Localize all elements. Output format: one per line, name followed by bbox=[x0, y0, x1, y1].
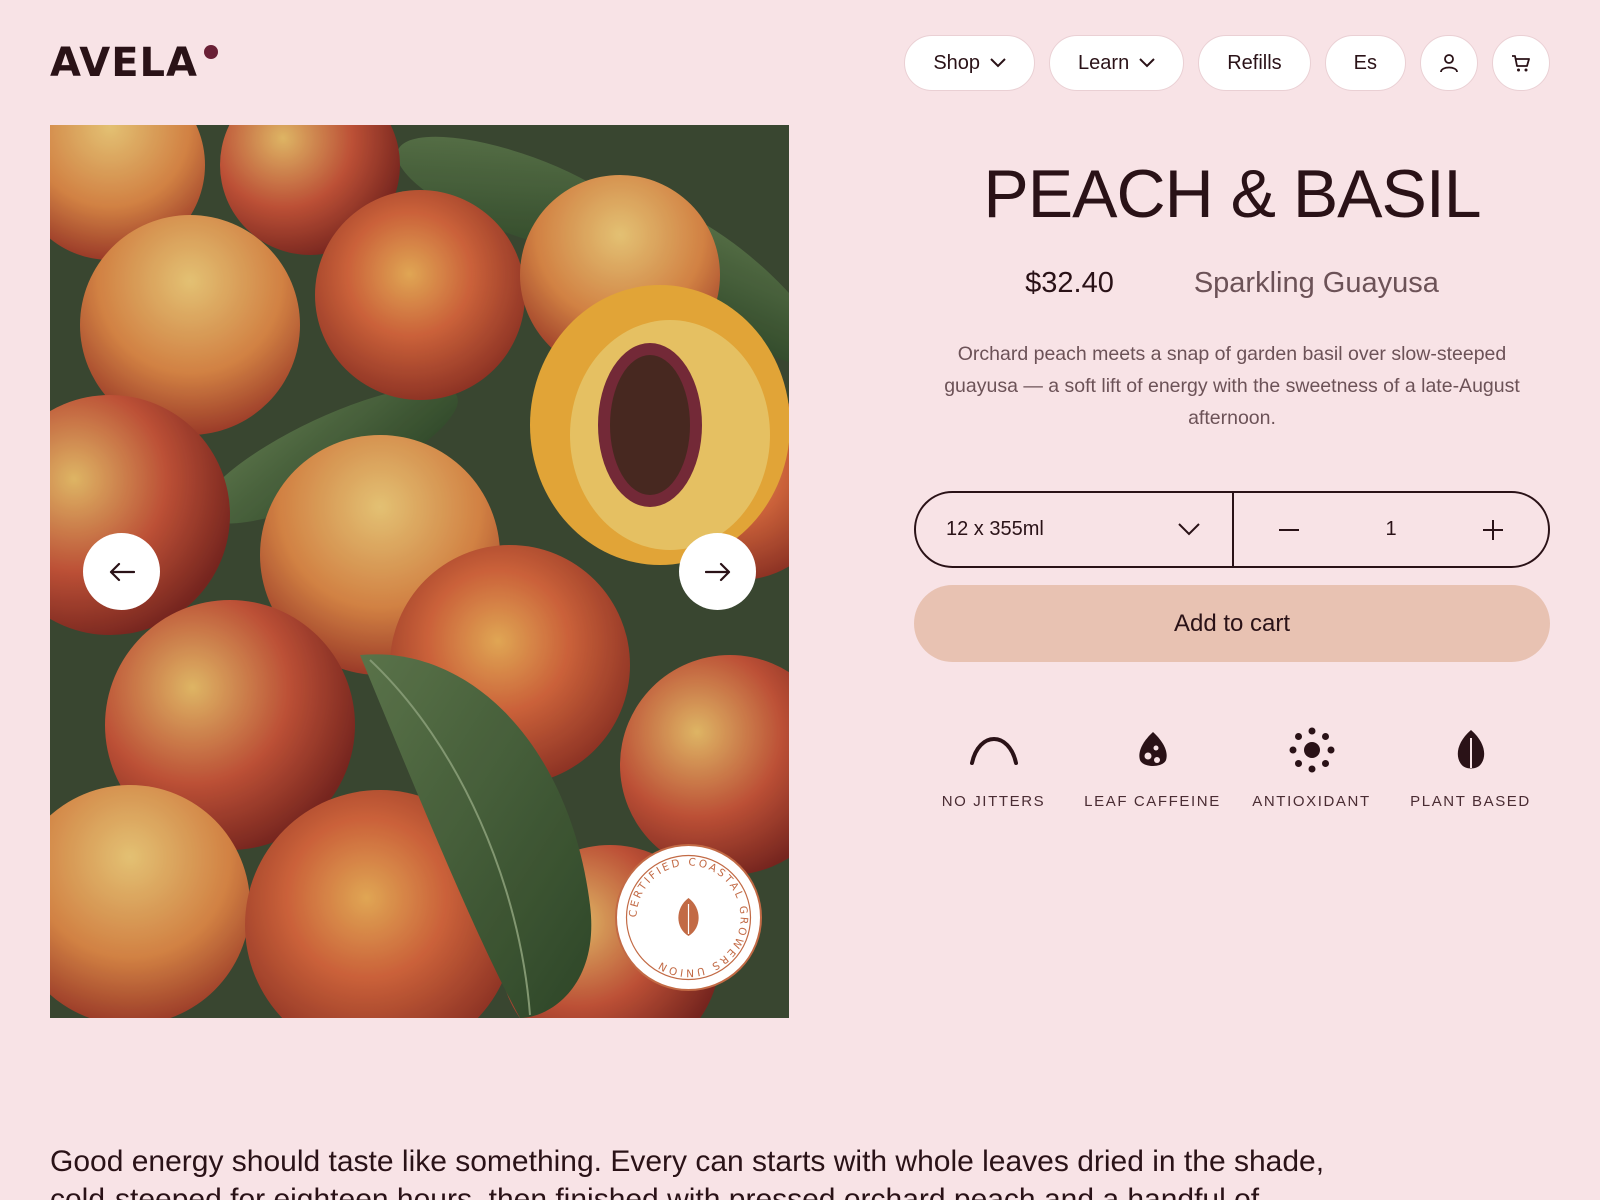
product-meta: $32.40 Sparkling Guayusa bbox=[914, 267, 1550, 300]
purchase-controls: 12 x 355ml 1 bbox=[914, 491, 1550, 568]
language-toggle-button[interactable]: Es bbox=[1324, 35, 1406, 91]
gallery-next-button[interactable] bbox=[679, 533, 756, 610]
feature-label: PLANT BASED bbox=[1410, 793, 1531, 810]
product-price: $32.40 bbox=[1025, 267, 1114, 299]
plant-leaf-icon bbox=[1457, 730, 1484, 769]
chevron-down-icon bbox=[1178, 523, 1200, 536]
nav-shop-button[interactable]: Shop bbox=[904, 35, 1036, 91]
arc-icon bbox=[969, 737, 1018, 765]
feature-label: NO JITTERS bbox=[941, 793, 1046, 810]
arrow-left-icon bbox=[109, 562, 135, 581]
nav-refills-button[interactable]: Refills bbox=[1198, 35, 1311, 91]
plus-icon bbox=[1483, 519, 1503, 540]
feature-item: NO JITTERS bbox=[919, 725, 1069, 810]
product-page: AVELA Shop Learn Refills Es CERTIFIED CO… bbox=[0, 0, 1600, 1200]
language-label: Es bbox=[1353, 51, 1377, 74]
product-subtitle: Sparkling Guayusa bbox=[1193, 267, 1439, 299]
user-icon bbox=[1440, 54, 1458, 73]
brand-story-paragraph: Good energy should taste like something.… bbox=[50, 1145, 1325, 1200]
size-select[interactable]: 12 x 355ml bbox=[916, 493, 1234, 566]
certification-seal: CERTIFIED COASTAL GROWERS UNION bbox=[625, 854, 752, 981]
gallery-prev-button[interactable] bbox=[83, 533, 160, 610]
product-info: PEACH & BASIL $32.40 Sparkling Guayusa O… bbox=[914, 125, 1550, 810]
feature-list: NO JITTERS LEAF CAFFEINE ANTIOXIDANT PLA… bbox=[914, 725, 1550, 810]
chevron-down-icon bbox=[1139, 58, 1155, 68]
quantity-increment-button[interactable] bbox=[1478, 515, 1508, 545]
feature-label: LEAF CAFFEINE bbox=[1084, 793, 1221, 810]
arrow-right-icon bbox=[704, 562, 730, 581]
quantity-value[interactable]: 1 bbox=[1385, 518, 1396, 541]
feature-label: ANTIOXIDANT bbox=[1252, 793, 1371, 810]
quantity-stepper: 1 bbox=[1234, 493, 1548, 566]
top-nav: Shop Learn Refills Es bbox=[904, 35, 1550, 91]
brand-dot bbox=[204, 45, 218, 59]
minus-icon bbox=[1279, 528, 1299, 531]
add-to-cart-button[interactable]: Add to cart bbox=[914, 585, 1550, 662]
product-title: PEACH & BASIL bbox=[983, 156, 1481, 232]
quantity-decrement-button[interactable] bbox=[1274, 515, 1304, 545]
feature-item: LEAF CAFFEINE bbox=[1078, 725, 1228, 810]
product-image-gallery: CERTIFIED COASTAL GROWERS UNION bbox=[50, 125, 789, 1018]
feature-item: ANTIOXIDANT bbox=[1237, 725, 1387, 810]
brand-logo[interactable]: AVELA bbox=[50, 40, 198, 86]
product-description: Orchard peach meets a snap of garden bas… bbox=[944, 343, 1520, 429]
sparkle-dots-icon bbox=[1289, 727, 1334, 773]
chevron-down-icon bbox=[990, 58, 1006, 68]
nav-refills-label: Refills bbox=[1227, 51, 1282, 74]
nav-learn-button[interactable]: Learn bbox=[1049, 35, 1185, 91]
account-button[interactable] bbox=[1420, 35, 1478, 91]
leaf-drop-icon bbox=[1138, 732, 1167, 766]
nav-shop-label: Shop bbox=[933, 51, 981, 74]
cart-icon bbox=[1512, 55, 1530, 72]
feature-item: PLANT BASED bbox=[1396, 725, 1546, 810]
certification-badge: CERTIFIED COASTAL GROWERS UNION bbox=[615, 844, 762, 991]
nav-learn-label: Learn bbox=[1078, 51, 1130, 74]
cart-button[interactable] bbox=[1492, 35, 1550, 91]
size-select-value: 12 x 355ml bbox=[946, 518, 1044, 540]
